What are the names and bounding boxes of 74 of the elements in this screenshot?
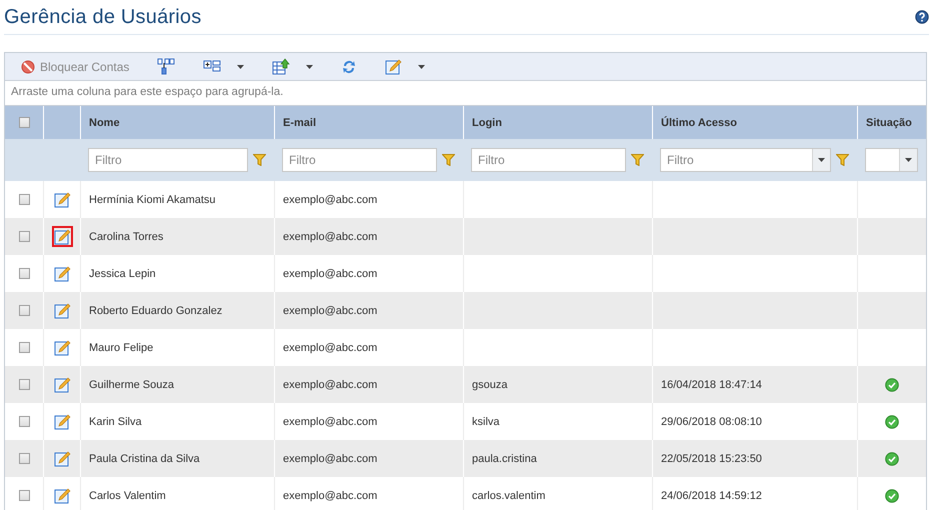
filter-icon[interactable] [836,154,849,166]
row-checkbox[interactable] [18,268,30,279]
user-email: exemplo@abc.com [282,342,378,354]
export-icon [272,58,290,75]
row-checkbox[interactable] [18,342,30,353]
user-login: carlos.valentim [471,490,546,502]
user-email: exemplo@abc.com [282,378,378,390]
edit-icon [54,266,70,282]
user-name: Paula Cristina da Silva [88,452,200,464]
user-email: exemplo@abc.com [282,490,378,502]
edit-icon [54,340,70,356]
last-access: 24/06/2018 14:59:12 [660,490,762,502]
filter-icon[interactable] [253,154,266,166]
edit-icon [385,58,402,74]
user-name: Mauro Felipe [88,342,154,354]
filter-icon[interactable] [442,154,455,166]
user-name: Carlos Valentim [88,490,166,502]
caret-icon [905,158,912,162]
user-login: gsouza [471,378,508,390]
row-checkbox[interactable] [18,194,30,205]
last-access: 22/05/2018 15:23:50 [660,452,762,464]
user-email: exemplo@abc.com [282,230,378,242]
user-login: paula.cristina [471,452,537,464]
columns-icon [203,60,222,73]
refresh-icon [341,58,358,74]
filter-field[interactable]: Filtro [88,148,248,172]
column-header[interactable]: E-mail [275,116,316,128]
filter-field[interactable]: Filtro [661,149,812,171]
column-header[interactable]: Último Acesso [653,116,738,128]
user-name: Karin Silva [88,416,142,428]
row-checkbox[interactable] [18,453,30,464]
user-email: exemplo@abc.com [282,194,378,206]
user-email: exemplo@abc.com [282,304,378,316]
caret-icon [418,64,426,68]
user-name: Roberto Eduardo Gonzalez [88,304,222,316]
column-header[interactable]: Situação [858,116,912,128]
filter-field[interactable]: Filtro [471,148,626,172]
row-checkbox[interactable] [18,379,30,390]
user-email: exemplo@abc.com [282,268,378,280]
status-dropdown[interactable] [865,148,918,172]
edit-icon [54,414,70,430]
caret-icon [818,158,825,162]
help-icon[interactable] [915,10,929,24]
user-email: exemplo@abc.com [282,452,378,464]
filter-field[interactable]: Filtro [282,148,437,172]
edit-icon [54,192,70,208]
user-name: Guilherme Souza [88,378,174,390]
row-checkbox[interactable] [18,416,30,427]
edit-icon [54,450,70,466]
caret-icon [237,64,244,68]
row-checkbox[interactable] [18,231,30,242]
column-header[interactable]: Login [464,116,502,128]
edit-button[interactable] [52,226,72,247]
last-access: 16/04/2018 18:47:14 [660,378,762,390]
last-access: 29/06/2018 08:08:10 [660,416,762,428]
filter-icon[interactable] [631,154,644,166]
caret-icon [306,64,314,68]
user-email: exemplo@abc.com [282,416,378,428]
filter-combobox[interactable]: Filtro [660,148,831,172]
hierarchy-icon [157,58,176,75]
row-checkbox[interactable] [18,490,30,501]
row-checkbox[interactable] [18,305,30,316]
edit-icon [54,228,70,244]
block-icon [21,60,35,74]
user-name: Jessica Lepin [88,268,156,280]
user-name: Hermínia Kiomi Akamatsu [88,194,216,206]
select-all-checkbox[interactable] [18,117,30,128]
column-header[interactable]: Nome [81,116,120,128]
user-login: ksilva [471,416,500,428]
user-name: Carolina Torres [88,230,164,242]
page-title: Gerência de Usuários [4,6,202,28]
edit-icon [54,376,70,392]
edit-icon [54,302,70,318]
edit-icon [54,488,70,504]
